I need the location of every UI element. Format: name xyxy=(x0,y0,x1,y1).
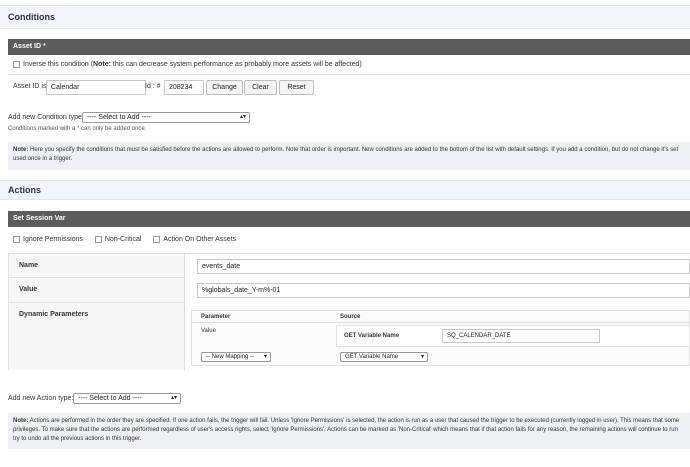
set-session-var-bar: Set Session Var xyxy=(8,211,690,227)
dynamic-params-table: Parameter Source Value GET Variable Name… xyxy=(191,310,690,366)
reset-button[interactable]: Reset xyxy=(279,80,314,95)
conditions-note-label: Note: xyxy=(13,147,29,153)
change-button[interactable]: Change xyxy=(206,80,243,95)
new-mapping-value: -- New Mapping -- xyxy=(206,354,255,360)
action-options-row: Ignore Permissions Non-Critical Action O… xyxy=(8,231,690,249)
action-detail-table: Name events_date Value %globals_date_Y-m… xyxy=(8,253,690,370)
get-var-field[interactable]: SQ_CALENDAR_DATE xyxy=(442,329,600,343)
source-header: Source xyxy=(340,314,361,320)
clear-button[interactable]: Clear xyxy=(244,80,277,95)
value-label: Value xyxy=(19,286,38,293)
value-field[interactable]: %globals_date_Y-m%-01 xyxy=(197,283,690,298)
actions-heading: Actions xyxy=(0,180,690,200)
dynamic-params-label: Dynamic Parameters xyxy=(19,311,89,318)
new-mapping-select[interactable]: -- New Mapping -- ▾ xyxy=(201,352,271,362)
select-arrow-icon: ▾ xyxy=(263,354,267,360)
name-label: Name xyxy=(19,262,39,269)
add-action-select-value: ---- Select to Add ---- xyxy=(78,395,142,402)
actions-note-text3: try to undo all the previous actions in … xyxy=(13,436,142,442)
inverse-condition-checkbox[interactable] xyxy=(13,60,20,68)
actions-note-label: Note: xyxy=(13,418,29,424)
asset-name-field[interactable]: Calendar xyxy=(46,80,146,95)
ignore-permissions-label: Ignore Permissions xyxy=(23,236,83,243)
get-var-select-value: GET Variable Name xyxy=(345,354,399,360)
add-action-select[interactable]: ---- Select to Add ---- ▴▾ xyxy=(73,393,181,404)
inverse-note-text: this can decrease system performance as … xyxy=(110,61,362,68)
asset-id-bar: Asset ID * xyxy=(8,39,690,55)
dynamic-params-row: Dynamic Parameters Parameter Source Valu… xyxy=(9,303,690,370)
add-condition-select-value: ---- Select to Add ---- xyxy=(87,114,151,121)
action-on-other-checkbox[interactable] xyxy=(153,235,161,243)
get-var-label: GET Variable Name xyxy=(344,333,400,339)
asset-id-row: Asset ID is Calendar Id : # 208234 Chang… xyxy=(8,76,690,100)
conditions-marked-note: Conditions marked with a * can only be a… xyxy=(8,126,147,132)
actions-note-text2: privileges. To make sure that the action… xyxy=(13,427,678,433)
select-arrow-icon: ▴▾ xyxy=(239,114,246,120)
add-condition-label: Add new Condition type: xyxy=(8,114,84,121)
param-header-row: Parameter Source xyxy=(192,311,690,323)
ignore-permissions-checkbox[interactable] xyxy=(13,235,20,243)
name-row: Name events_date xyxy=(9,254,690,278)
inverse-condition-row: Inverse this condition (Note: this can d… xyxy=(8,55,690,75)
param-value-label: Value xyxy=(201,328,216,334)
inverse-prefix: Inverse this condition ( xyxy=(23,61,94,68)
conditions-heading: Conditions xyxy=(0,5,690,29)
action-on-other-label: Action On Other Assets xyxy=(163,236,237,243)
id-label: Id : # xyxy=(145,83,161,90)
parameter-header: Parameter xyxy=(201,314,231,320)
non-critical-checkbox[interactable] xyxy=(94,235,102,243)
asset-id-is-label: Asset ID is xyxy=(13,83,47,90)
add-condition-select[interactable]: ---- Select to Add ---- ▴▾ xyxy=(82,112,250,123)
inverse-note-label: Note: xyxy=(93,61,111,68)
asset-id-field[interactable]: 208234 xyxy=(164,80,204,95)
non-critical-label: Non-Critical xyxy=(104,236,142,243)
value-row: Value %globals_date_Y-m%-01 xyxy=(9,278,690,303)
conditions-note-text: Here you specify the conditions that mus… xyxy=(28,147,679,153)
select-arrow-icon: ▾ xyxy=(420,354,424,360)
add-action-label: Add new Action type: xyxy=(8,395,74,402)
name-field[interactable]: events_date xyxy=(197,259,690,274)
get-var-select[interactable]: GET Variable Name ▾ xyxy=(340,352,428,362)
actions-note: Note: Actions are performed in the order… xyxy=(8,413,690,449)
select-arrow-icon: ▴▾ xyxy=(170,395,177,401)
conditions-note-text2: used once in a trigger. xyxy=(13,156,73,162)
conditions-note: Note: Here you specify the conditions th… xyxy=(8,142,690,170)
actions-note-text: Actions are performed in the order they … xyxy=(28,418,680,424)
source-cell: GET Variable Name SQ_CALENDAR_DATE xyxy=(336,325,690,347)
